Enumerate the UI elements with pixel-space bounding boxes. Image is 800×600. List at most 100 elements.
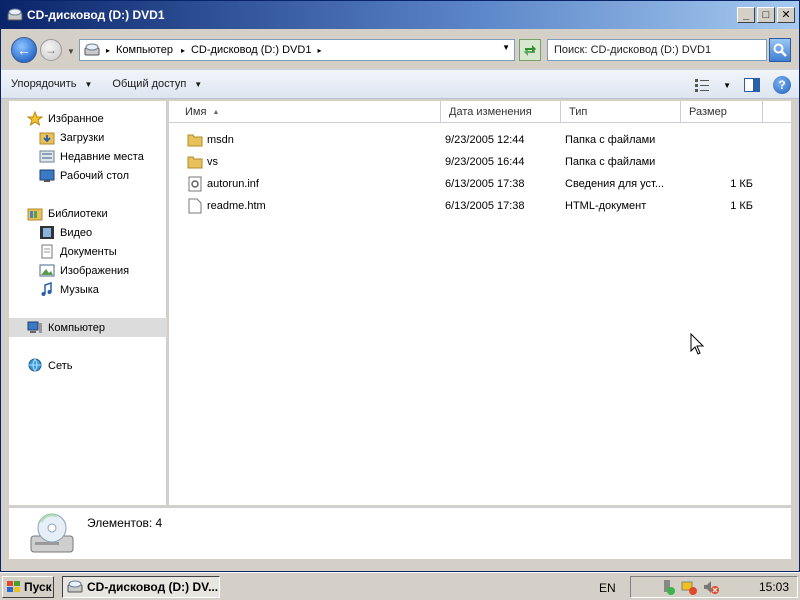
change-view-button[interactable] bbox=[689, 74, 715, 96]
taskbar-window-button[interactable]: CD-дисковод (D:) DV... bbox=[62, 576, 220, 598]
nav-label: Компьютер bbox=[48, 321, 105, 334]
language-indicator[interactable]: EN bbox=[599, 581, 616, 595]
help-icon[interactable]: ? bbox=[773, 76, 791, 94]
file-type: Папка с файлами bbox=[565, 156, 656, 168]
star-icon bbox=[27, 111, 43, 126]
system-tray: EN 15:03 bbox=[599, 576, 798, 598]
file-row[interactable]: autorun.inf 6/13/2005 17:38 Сведения для у… bbox=[169, 173, 791, 195]
nav-recent-places[interactable]: Недавние места bbox=[9, 147, 167, 166]
address-dropdown-icon[interactable]: ▼ bbox=[502, 43, 510, 52]
nav-computer[interactable]: Компьютер bbox=[9, 318, 167, 337]
organize-menu[interactable]: Упорядочить ▼ bbox=[1, 70, 102, 98]
explorer-window: CD-дисковод (D:) DVD1 _ □ ✕ ← → ▼ ▸ Комп… bbox=[0, 0, 800, 572]
preview-pane-icon bbox=[744, 78, 760, 92]
file-date: 9/23/2005 12:44 bbox=[445, 134, 525, 146]
file-name-cell: autorun.inf bbox=[187, 173, 437, 195]
nav-label: Библиотеки bbox=[48, 207, 108, 220]
chevron-down-icon: ▼ bbox=[194, 79, 203, 89]
search-input[interactable]: Поиск: CD-дисковод (D:) DVD1 bbox=[547, 39, 767, 61]
nav-music[interactable]: Музыка bbox=[9, 280, 167, 299]
nav-libraries[interactable]: Библиотеки bbox=[9, 204, 167, 223]
column-label: Размер bbox=[689, 106, 727, 118]
column-size[interactable]: Размер bbox=[681, 101, 763, 123]
maximize-button[interactable]: □ bbox=[757, 7, 775, 23]
details-pane: Элементов: 4 bbox=[9, 507, 791, 559]
chevron-right-icon: ▸ bbox=[180, 45, 185, 55]
breadcrumb-computer[interactable]: ▸ Компьютер bbox=[106, 44, 173, 56]
chevron-right-icon: ▸ bbox=[106, 45, 111, 55]
view-list-icon bbox=[695, 79, 710, 92]
folder-icon bbox=[187, 154, 203, 170]
clock[interactable]: 15:03 bbox=[759, 580, 789, 594]
navigation-pane: Избранное Загрузки Недавние места Рабочи… bbox=[9, 101, 167, 505]
title-bar[interactable]: CD-дисковод (D:) DVD1 _ □ ✕ bbox=[1, 1, 799, 29]
taskbar: Пуск CD-дисковод (D:) DV... EN 15:03 bbox=[0, 572, 800, 600]
network-status-icon[interactable] bbox=[681, 579, 697, 595]
nav-documents[interactable]: Документы bbox=[9, 242, 167, 261]
breadcrumb-label: Компьютер bbox=[116, 44, 173, 56]
nav-downloads[interactable]: Загрузки bbox=[9, 128, 167, 147]
share-label: Общий доступ bbox=[112, 78, 187, 90]
column-type[interactable]: Тип bbox=[561, 101, 681, 123]
search-icon bbox=[773, 43, 787, 57]
nav-favorites[interactable]: Избранное bbox=[9, 109, 167, 128]
minimize-button[interactable]: _ bbox=[737, 7, 755, 23]
nav-label: Документы bbox=[60, 245, 117, 258]
start-label: Пуск bbox=[24, 579, 52, 594]
back-button[interactable]: ← bbox=[11, 37, 37, 63]
file-date: 6/13/2005 17:38 bbox=[445, 200, 525, 212]
nav-pictures[interactable]: Изображения bbox=[9, 261, 167, 280]
folder-icon bbox=[187, 132, 203, 148]
view-dropdown-icon[interactable]: ▼ bbox=[723, 81, 731, 90]
documents-icon bbox=[41, 244, 53, 259]
history-dropdown-icon[interactable]: ▼ bbox=[67, 47, 75, 56]
chevron-right-icon: ▸ bbox=[317, 45, 322, 55]
nav-label: Изображения bbox=[60, 264, 130, 277]
cd-drive-icon bbox=[30, 513, 74, 553]
column-name[interactable]: Имя ▲ bbox=[169, 101, 441, 123]
search-button[interactable] bbox=[769, 38, 791, 62]
sort-ascending-icon: ▲ bbox=[212, 108, 220, 116]
file-date: 9/23/2005 16:44 bbox=[445, 156, 525, 168]
view-controls: ▼ ? bbox=[689, 74, 791, 96]
breadcrumb-drive[interactable]: ▸ CD-дисковод (D:) DVD1 ▸ bbox=[181, 44, 328, 56]
nav-network[interactable]: Сеть bbox=[9, 356, 167, 375]
window-title: CD-дисковод (D:) DVD1 bbox=[27, 8, 165, 22]
file-row[interactable]: msdn 9/23/2005 12:44 Папка с файлами bbox=[169, 129, 791, 151]
file-size: 1 КБ bbox=[730, 200, 753, 212]
file-row[interactable]: vs 9/23/2005 16:44 Папка с файлами bbox=[169, 151, 791, 173]
taskbar-window-label: CD-дисковод (D:) DV... bbox=[87, 580, 219, 594]
breadcrumb-label: CD-дисковод (D:) DVD1 bbox=[190, 44, 312, 56]
nav-label: Сеть bbox=[48, 359, 73, 372]
settings-file-icon bbox=[187, 176, 203, 192]
file-size bbox=[681, 129, 753, 151]
file-name: msdn bbox=[207, 134, 234, 146]
action-center-icon[interactable] bbox=[659, 579, 675, 595]
forward-button[interactable]: → bbox=[40, 39, 62, 61]
volume-muted-icon[interactable] bbox=[703, 579, 719, 595]
preview-pane-button[interactable] bbox=[739, 74, 765, 96]
refresh-button[interactable] bbox=[519, 39, 541, 61]
file-date: 6/13/2005 17:38 bbox=[445, 178, 525, 190]
arrow-left-icon: ← bbox=[17, 42, 31, 58]
nav-label: Избранное bbox=[48, 112, 104, 125]
start-button[interactable]: Пуск bbox=[2, 575, 54, 598]
file-list: Имя ▲ Дата изменения Тип Размер msdn 9/23… bbox=[169, 101, 791, 505]
file-name-cell: vs bbox=[187, 151, 437, 173]
arrow-right-icon: → bbox=[45, 43, 57, 57]
share-menu[interactable]: Общий доступ ▼ bbox=[102, 70, 212, 98]
nav-videos[interactable]: Видео bbox=[9, 223, 167, 242]
address-bar[interactable]: ▸ Компьютер ▸ CD-дисковод (D:) DVD1 ▸ ▼ bbox=[79, 39, 515, 61]
search-placeholder: Поиск: CD-дисковод (D:) DVD1 bbox=[554, 44, 712, 56]
nav-label: Видео bbox=[60, 226, 93, 239]
column-date[interactable]: Дата изменения bbox=[441, 101, 561, 123]
close-button[interactable]: ✕ bbox=[777, 7, 795, 23]
file-name-cell: readme.htm bbox=[187, 195, 437, 217]
file-type: Сведения для уст... bbox=[565, 178, 665, 190]
file-name: readme.htm bbox=[207, 200, 266, 212]
file-size: 1 КБ bbox=[730, 178, 753, 190]
file-row[interactable]: readme.htm 6/13/2005 17:38 HTML-документ 1 … bbox=[169, 195, 791, 217]
video-icon bbox=[40, 226, 54, 239]
nav-desktop[interactable]: Рабочий стол bbox=[9, 166, 167, 185]
column-header: Имя ▲ Дата изменения Тип Размер bbox=[169, 101, 791, 123]
